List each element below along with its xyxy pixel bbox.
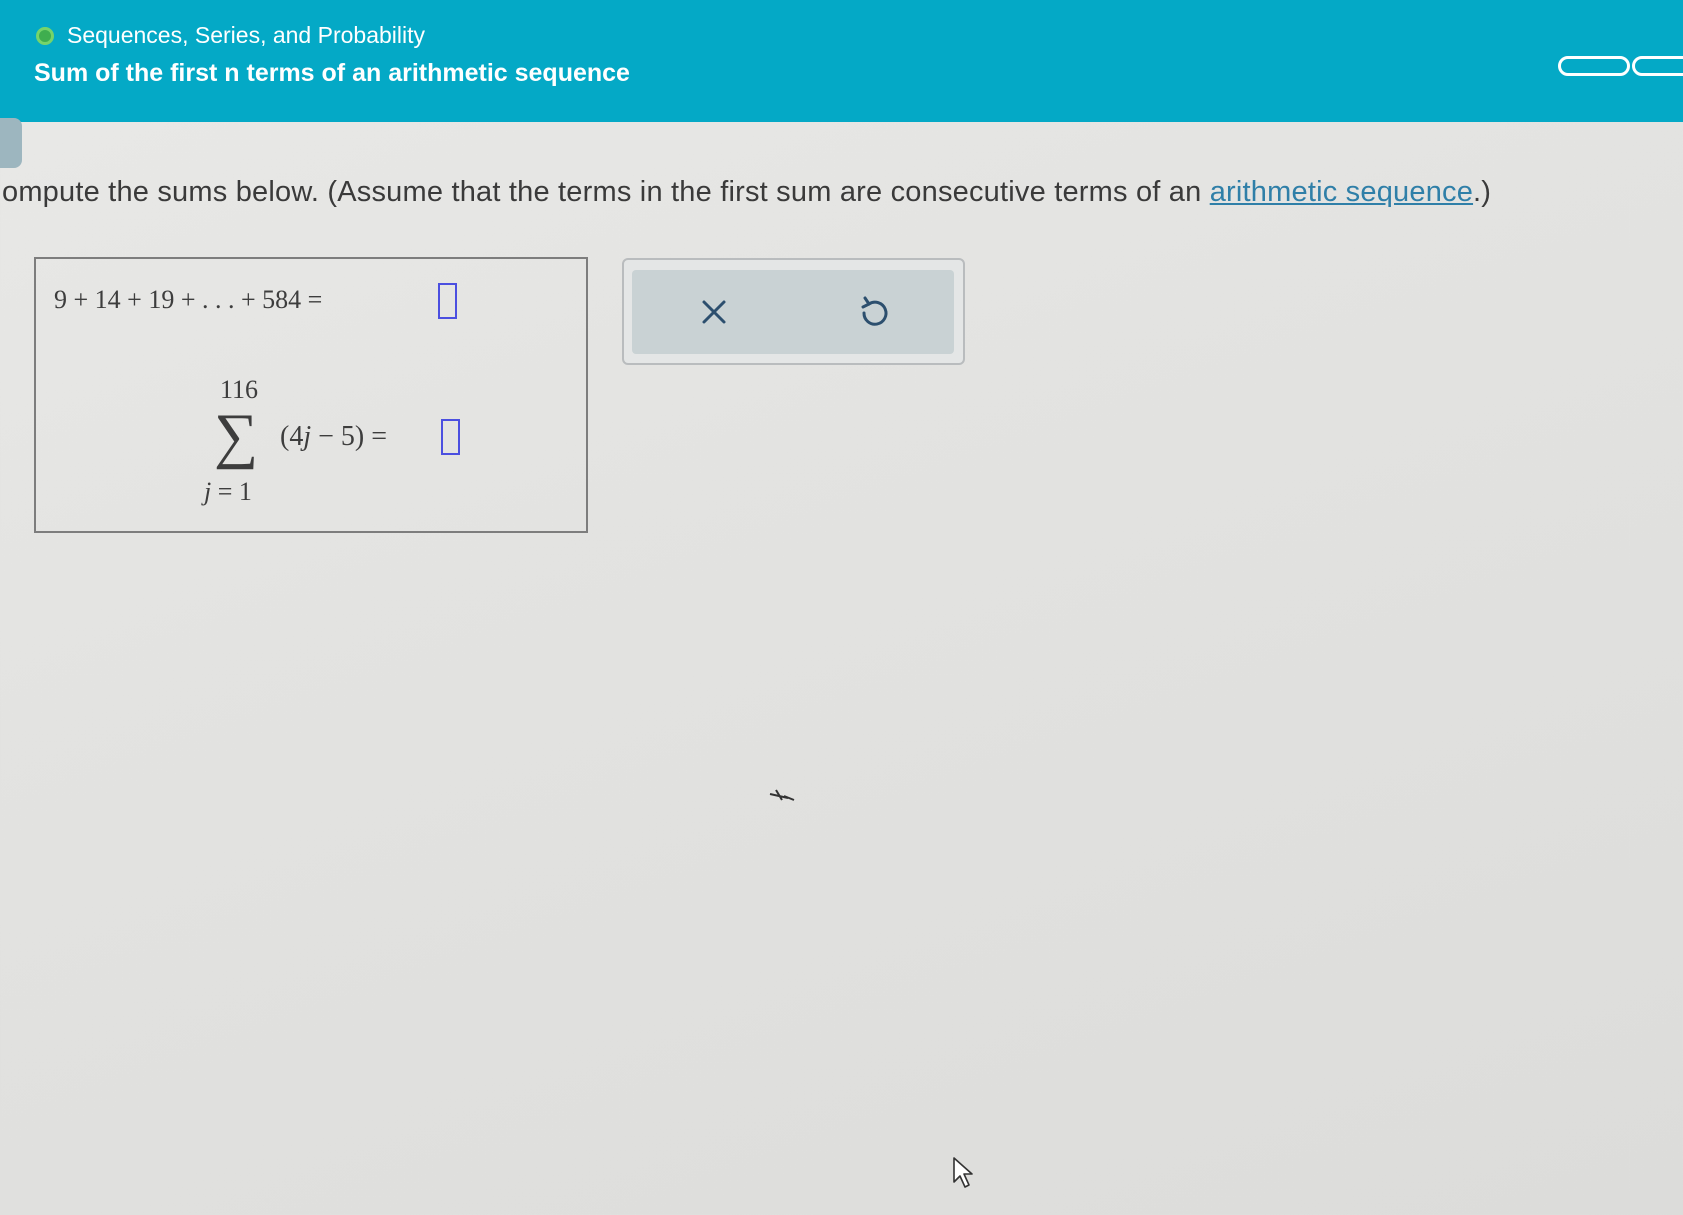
x-icon [702,300,726,324]
header-bar: Sequences, Series, and Probability Sum o… [0,0,1683,122]
sigma-symbol: ∑ [214,402,259,470]
progress-segment [1558,56,1630,76]
summand-rest: − 5) = [311,421,388,452]
topic-label: Sequences, Series, and Probability [67,22,425,48]
tools-panel [632,270,954,354]
arithmetic-sequence-link[interactable]: arithmetic sequence [1210,176,1473,208]
side-panel-tab[interactable] [0,118,22,168]
sigma-lower-value: = 1 [211,477,252,506]
sum1-answer-input[interactable] [438,283,457,319]
progress-segment [1632,56,1683,76]
sum1-expression: 9 + 14 + 19 + . . . + 584 = [54,285,323,314]
sigma-upper-limit: 116 [220,375,259,404]
screen-smudge-icon [769,789,795,801]
status-circle-icon [36,26,54,45]
summand-variable: j [303,421,312,452]
question-box: 9 + 14 + 19 + . . . + 584 = 116 ∑ j = 1 … [34,257,588,533]
topic-row: Sequences, Series, and Probability [36,22,425,49]
undo-icon [861,296,888,326]
undo-button[interactable] [846,284,902,340]
sigma-lower-limit: j = 1 [204,477,252,507]
instruction-text-before: ompute the sums below. (Assume that the … [2,176,1210,208]
summand-open: (4 [280,421,304,452]
mouse-pointer-icon [953,1157,973,1188]
page-title: Sum of the first n terms of an arithmeti… [34,59,630,87]
answer-tools [622,258,965,365]
sum2-summand: (4j − 5) = [280,421,387,453]
sum2-answer-input[interactable] [441,419,460,455]
instruction-text-after: .) [1473,176,1492,208]
instruction-text: ompute the sums below. (Assume that the … [2,176,1491,209]
clear-button[interactable] [686,284,742,340]
